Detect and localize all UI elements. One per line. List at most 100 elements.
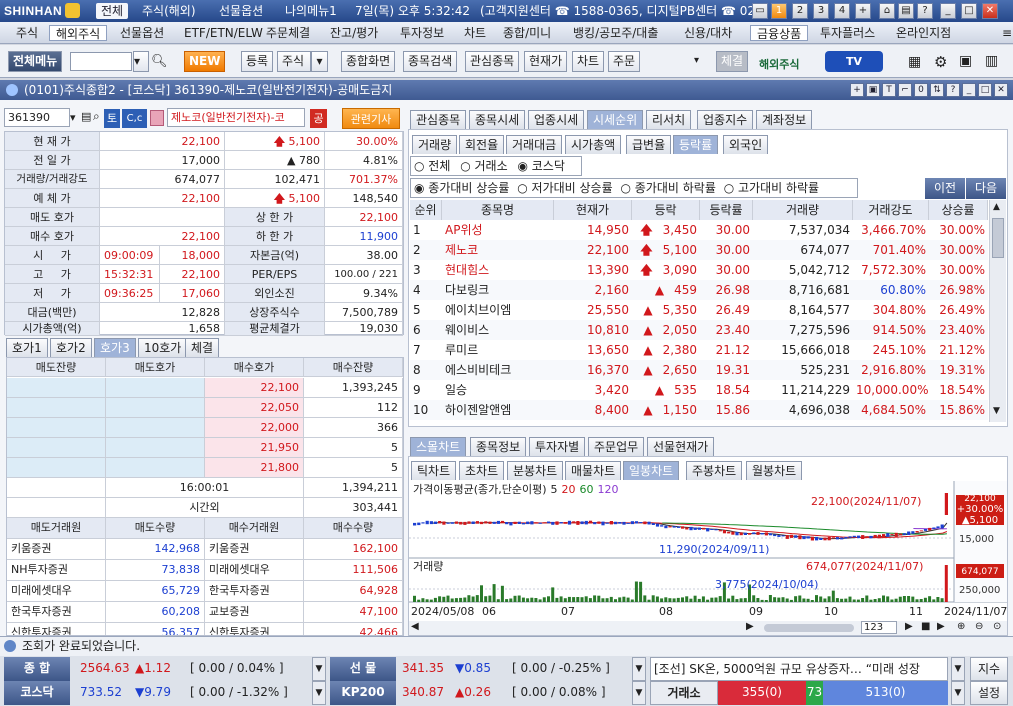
- reset-icon[interactable]: ⊙: [993, 621, 1001, 632]
- tab-watchlist[interactable]: 관심종목: [410, 110, 467, 129]
- add-icon[interactable]: +: [855, 3, 871, 19]
- menu-futures[interactable]: 선물옵션: [114, 25, 170, 41]
- bid-price-2[interactable]: 22,050: [205, 398, 304, 418]
- tab-daily[interactable]: 일봉차트: [623, 461, 680, 480]
- zoom-input[interactable]: 123: [861, 621, 897, 634]
- window-close-icon[interactable]: ✕: [994, 83, 1008, 97]
- tab-10hoga[interactable]: 10호가: [138, 338, 188, 357]
- tab-research[interactable]: 리서치: [646, 110, 692, 129]
- menu-banking[interactable]: 뱅킹/공모주/대출: [567, 25, 664, 41]
- nav-mymenu[interactable]: 나의메뉴1: [280, 3, 342, 19]
- tab-volume-profile[interactable]: 매물차트: [565, 461, 622, 480]
- close-icon[interactable]: ✕: [982, 3, 998, 19]
- window-t-icon[interactable]: T: [882, 83, 896, 97]
- prev-button[interactable]: 이전: [925, 178, 965, 199]
- subtab-sudden[interactable]: 급변율: [626, 135, 672, 154]
- print-icon[interactable]: ▤: [898, 3, 914, 19]
- tab-sector-quotes[interactable]: 업종시세: [528, 110, 585, 129]
- cc-button[interactable]: C,c: [122, 109, 147, 128]
- restore-icon[interactable]: □: [961, 3, 977, 19]
- rank-name[interactable]: 웨이비스: [442, 320, 554, 340]
- subtab-foreign[interactable]: 외국인: [723, 135, 769, 154]
- subtab-marketcap[interactable]: 시가총액: [565, 135, 622, 154]
- play-icon[interactable]: ▶: [905, 621, 913, 632]
- subtab-turnover[interactable]: 회전율: [459, 135, 505, 154]
- rank-name[interactable]: 루미르: [442, 340, 554, 360]
- bid-price-1[interactable]: 22,100: [205, 378, 304, 398]
- rank-name[interactable]: 에이치브이엠: [442, 300, 554, 320]
- ranking-row[interactable]: 4 다보링크 2,160 ▲ 459 26.98 8,716,681 60.80% 26.98%: [410, 280, 988, 300]
- window-link-icon[interactable]: ⌐: [898, 83, 912, 97]
- total-screen-button[interactable]: 종합화면: [341, 51, 396, 72]
- tab-order-work[interactable]: 주문업무: [588, 437, 645, 456]
- window-data-icon[interactable]: ▣: [866, 83, 880, 97]
- chart-scroll-bar[interactable]: ◀ ▶ 123 ▶ ■ ▶ ⊕ ⊖ ⊙: [409, 621, 1007, 635]
- menu-mini[interactable]: 종합/미니: [497, 25, 557, 41]
- tab-sector-index[interactable]: 업종지수: [697, 110, 754, 129]
- gear-icon[interactable]: ⚙: [934, 53, 947, 71]
- grid-icon[interactable]: ▥: [985, 53, 998, 69]
- news-ticker[interactable]: [조선] SK온, 5000억원 규모 유상증자… “미래 성장: [650, 657, 948, 681]
- rank-name[interactable]: 현대힘스: [442, 260, 554, 280]
- tab-ranking[interactable]: 시세순위: [587, 110, 644, 129]
- step-icon[interactable]: ▶: [937, 621, 945, 632]
- menu-chart[interactable]: 차트: [458, 25, 492, 41]
- register-button[interactable]: 등록: [241, 51, 274, 72]
- ranking-row[interactable]: 1 AP위성 14,950 🡅 3,450 30.00 7,537,034 3,466.70%…: [410, 220, 988, 240]
- tab-fills[interactable]: 체결: [185, 338, 220, 357]
- chevron-down-icon[interactable]: ▼: [632, 657, 646, 681]
- subtab-volume[interactable]: 거래량: [412, 135, 458, 154]
- window-max-icon[interactable]: □: [978, 83, 992, 97]
- menu-online[interactable]: 온라인지점: [890, 25, 957, 41]
- index-button[interactable]: 지수: [970, 657, 1008, 681]
- tab-hoga1[interactable]: 호가1: [6, 338, 48, 357]
- tab-account[interactable]: 계좌정보: [756, 110, 813, 129]
- tab-investor[interactable]: 투자자별: [529, 437, 586, 456]
- expand-icon[interactable]: ▾: [694, 55, 699, 66]
- window-help-icon[interactable]: ?: [946, 83, 960, 97]
- news-button[interactable]: 관련기사: [342, 108, 400, 129]
- nav-overseas-stock[interactable]: 주식(해외): [137, 3, 201, 19]
- menu-plus[interactable]: 투자플러스: [814, 25, 881, 41]
- tab-futures-price[interactable]: 선물현재가: [647, 437, 715, 456]
- screen-3[interactable]: 3: [813, 3, 829, 19]
- window-add-icon[interactable]: +: [850, 83, 864, 97]
- stock-search-button[interactable]: 종목검색: [403, 51, 458, 72]
- tab-tick[interactable]: 틱차트: [411, 461, 457, 480]
- tab-monthly[interactable]: 월봉차트: [746, 461, 803, 480]
- rank-name[interactable]: 일승: [442, 380, 554, 400]
- chevron-down-icon[interactable]: ▼: [312, 657, 326, 681]
- minimize-icon[interactable]: _: [940, 3, 956, 19]
- screen-2[interactable]: 2: [792, 3, 808, 19]
- overseas-stock-link[interactable]: 해외주식: [759, 56, 799, 72]
- radio-low-up[interactable]: ○ 저가대비 상승률: [517, 181, 612, 195]
- radio-kosdaq[interactable]: ◉ 코스닥: [517, 159, 564, 173]
- menu-products[interactable]: 금융상품: [750, 25, 809, 41]
- nav-futures[interactable]: 선물옵션: [214, 3, 268, 19]
- tab-small-chart[interactable]: 스몰차트: [410, 437, 467, 456]
- menu-credit[interactable]: 신용/대차: [678, 25, 738, 41]
- rank-name[interactable]: 하이젠알앤엠: [442, 400, 554, 420]
- settings-button[interactable]: 설정: [970, 681, 1008, 705]
- ranking-row[interactable]: 5 에이치브이엠 25,550 ▲ 5,350 26.49 8,164,577 304.80%…: [410, 300, 988, 320]
- window-pin-icon[interactable]: ⇅: [930, 83, 944, 97]
- next-button[interactable]: 다음: [966, 178, 1006, 199]
- tab-minute[interactable]: 분봉차트: [507, 461, 564, 480]
- radio-all[interactable]: ○ 전체: [414, 159, 450, 173]
- subtab-change-rate[interactable]: 등락률: [673, 135, 719, 154]
- watchlist-button[interactable]: 관심종목: [465, 51, 520, 72]
- radio-close-down[interactable]: ○ 종가대비 하락률: [620, 181, 715, 195]
- rank-name[interactable]: 에스비비테크: [442, 360, 554, 380]
- tab-weekly[interactable]: 주봉차트: [686, 461, 743, 480]
- stock-select[interactable]: 주식: [277, 51, 311, 72]
- tab-stock-quotes[interactable]: 종목시세: [469, 110, 526, 129]
- screen-1[interactable]: 1: [771, 3, 787, 19]
- chevron-down-icon[interactable]: ▼: [951, 657, 965, 681]
- nav-all[interactable]: 전체: [96, 3, 129, 19]
- ranking-row[interactable]: 3 현대힘스 13,390 🡅 3,090 30.00 5,042,712 7,572.30%…: [410, 260, 988, 280]
- layout-icon[interactable]: ▣: [959, 53, 972, 69]
- rank-name[interactable]: AP위성: [442, 220, 554, 240]
- chevron-down-icon[interactable]: ▾: [70, 111, 76, 124]
- ranking-row[interactable]: 2 제노코 22,100 🡅 5,100 30.00 674,077 701.40% 30.00…: [410, 240, 988, 260]
- new-button[interactable]: NEW: [184, 51, 226, 72]
